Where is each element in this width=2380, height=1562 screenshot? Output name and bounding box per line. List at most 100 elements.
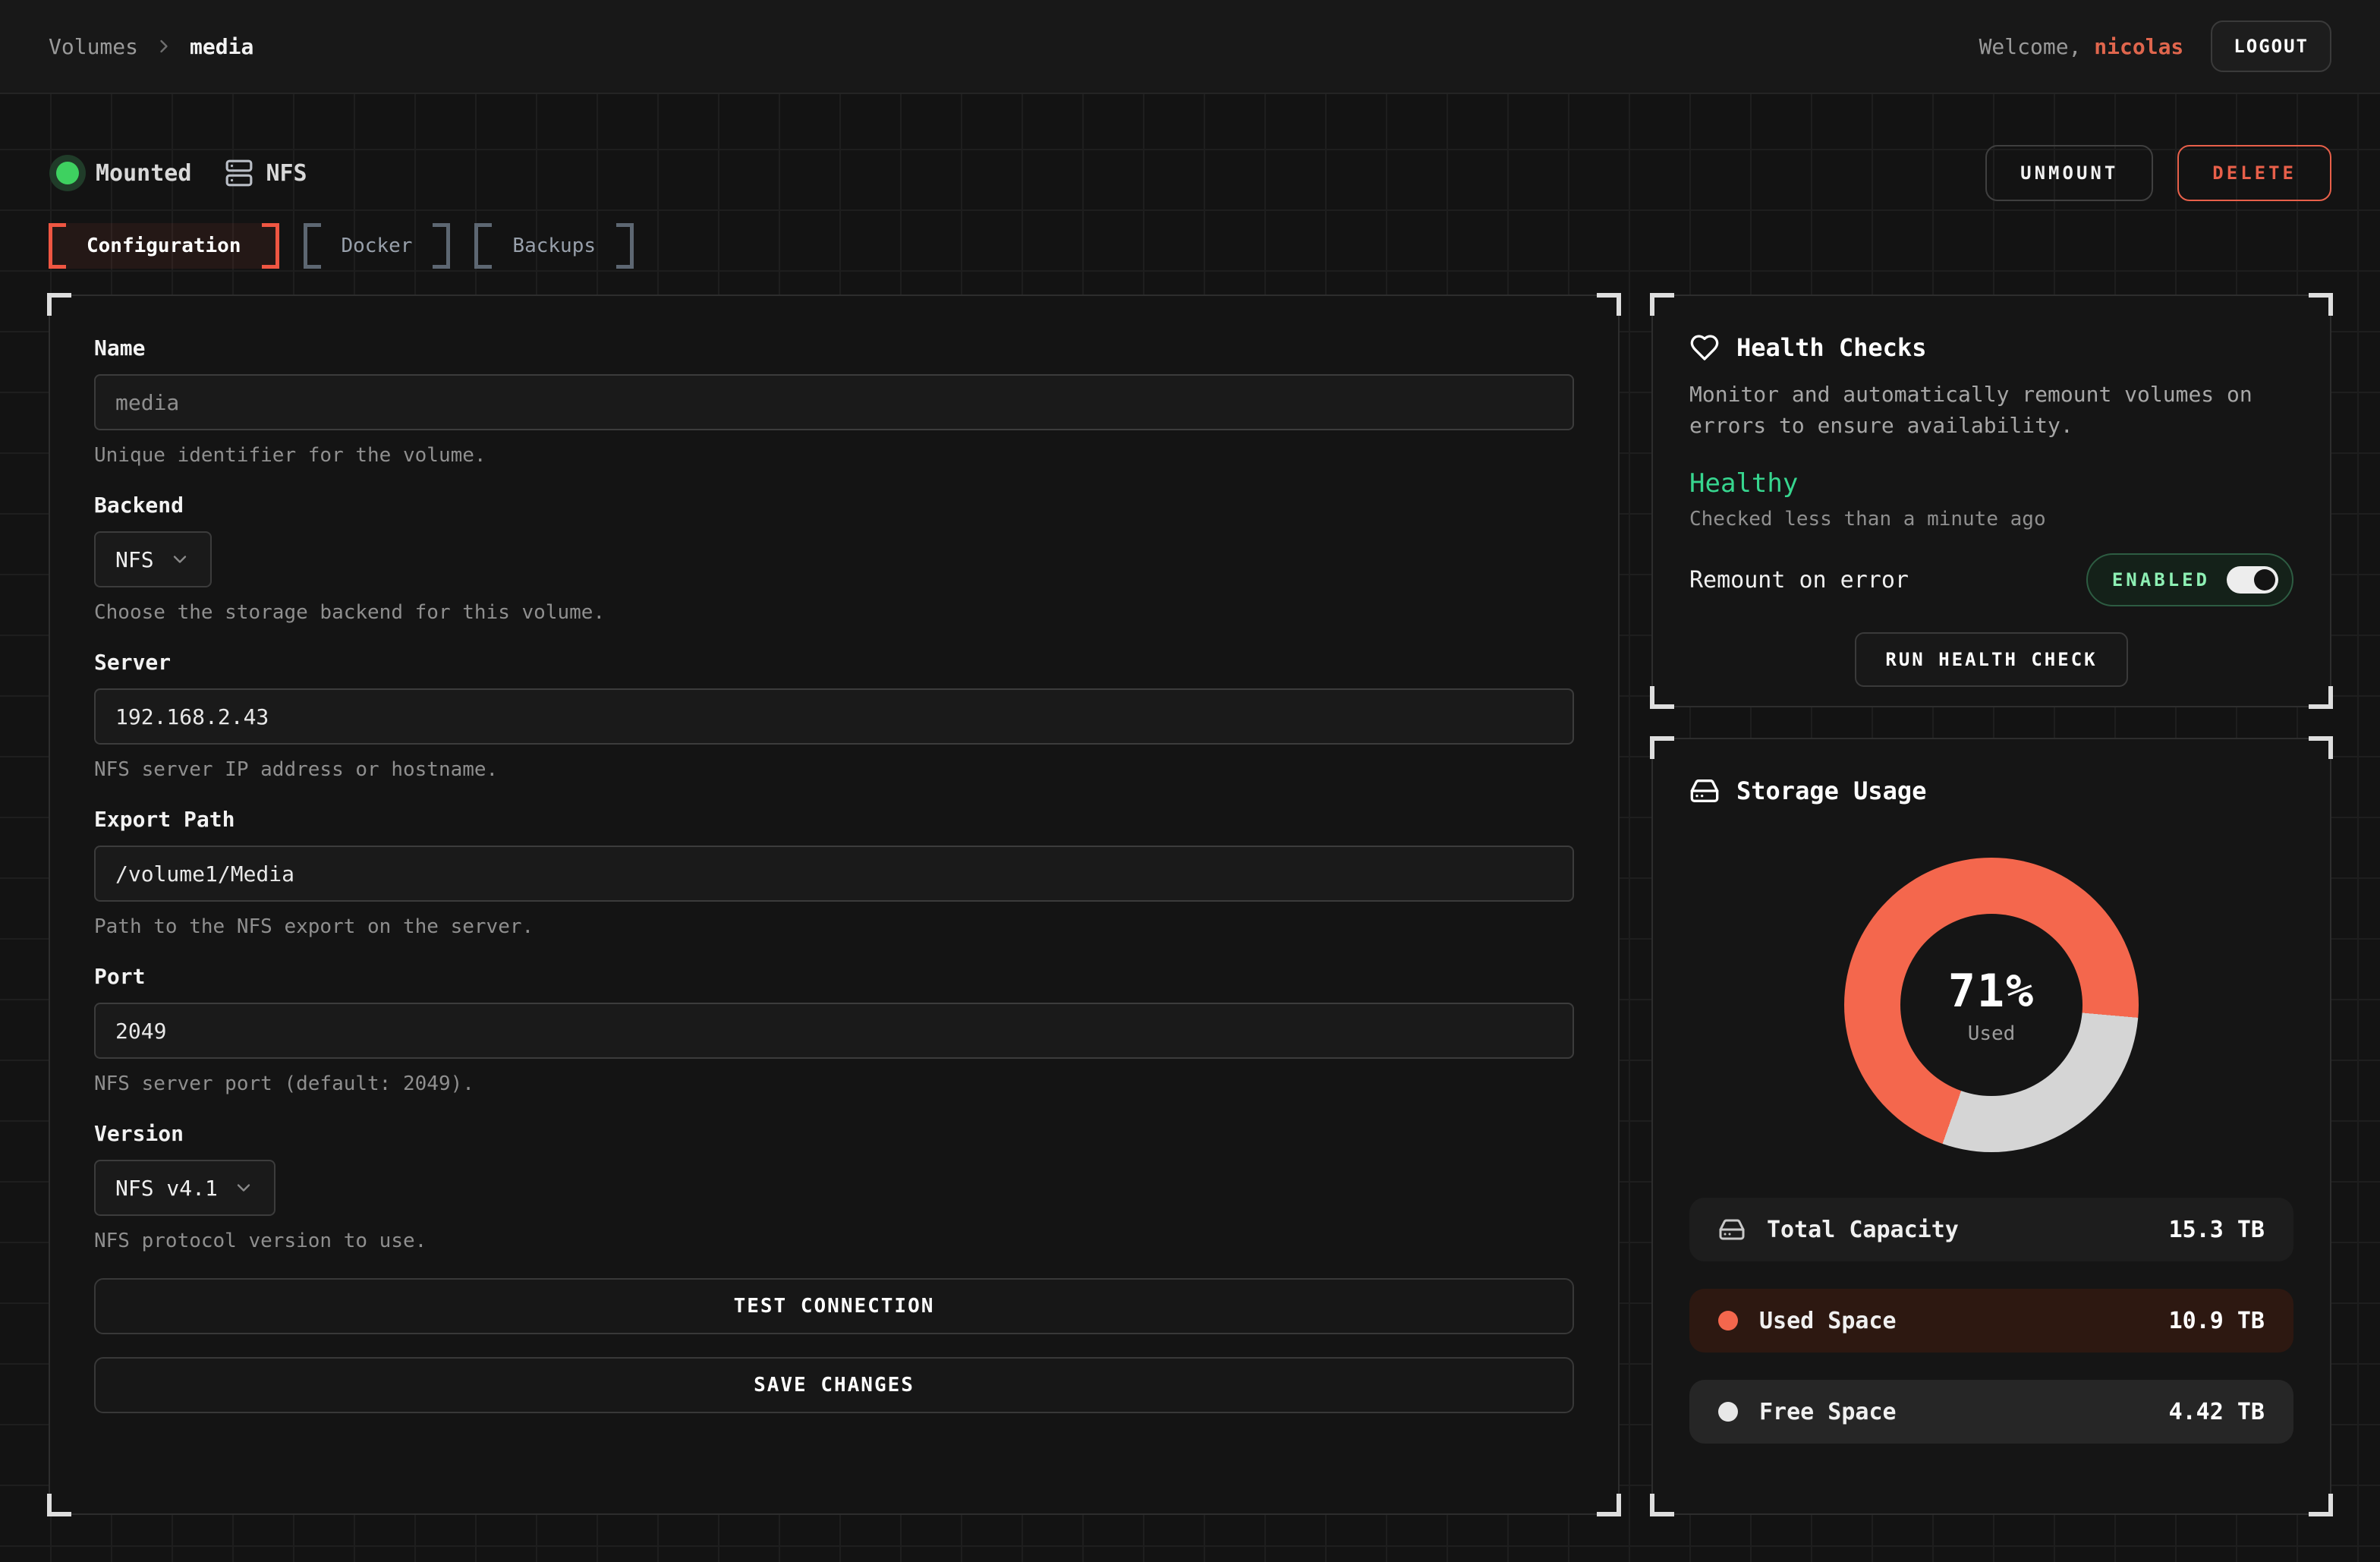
stat-label: Total Capacity xyxy=(1767,1217,1959,1243)
stat-row-total-capacity: Total Capacity 15.3 TB xyxy=(1689,1198,2293,1261)
field-export-path: Export Path Path to the NFS export on th… xyxy=(94,807,1574,938)
stat-label: Free Space xyxy=(1759,1399,1897,1425)
chevron-down-icon xyxy=(169,549,190,570)
corner-bracket xyxy=(2309,1494,2333,1516)
corner-bracket xyxy=(1597,1494,1621,1516)
tab-docker[interactable]: Docker xyxy=(304,223,451,269)
test-connection-button[interactable]: TEST CONNECTION xyxy=(94,1278,1574,1334)
corner-bracket xyxy=(47,1494,71,1516)
health-card-title: Health Checks xyxy=(1689,332,2293,363)
remount-toggle-state: ENABLED xyxy=(2112,569,2210,590)
health-last-checked: Checked less than a minute ago xyxy=(1689,508,2293,531)
field-name: Name Unique identifier for the volume. xyxy=(94,335,1574,467)
export-path-helper: Path to the NFS export on the server. xyxy=(94,915,1574,938)
mount-status-label: Mounted xyxy=(96,160,191,187)
storage-stats: Total Capacity 15.3 TB Used Space 10.9 T… xyxy=(1689,1198,2293,1444)
free-space-dot xyxy=(1718,1402,1738,1422)
backend-label: Backend xyxy=(94,493,1574,518)
stat-row-used-space: Used Space 10.9 TB xyxy=(1689,1289,2293,1353)
backend-select[interactable]: NFS xyxy=(94,531,212,587)
hard-drive-icon xyxy=(1718,1216,1746,1243)
corner-bracket xyxy=(1597,293,1621,316)
mounted-status-dot xyxy=(56,162,79,184)
app-root: Volumes media Welcome, nicolas LOGOUT Mo… xyxy=(0,0,2380,1562)
welcome-prefix: Welcome, xyxy=(1979,34,2082,59)
backend-helper: Choose the storage backend for this volu… xyxy=(94,601,1574,624)
field-server: Server NFS server IP address or hostname… xyxy=(94,650,1574,781)
hard-drive-icon xyxy=(1689,776,1720,806)
heart-icon xyxy=(1689,332,1720,363)
corner-bracket xyxy=(1650,293,1674,316)
topbar-right: Welcome, nicolas LOGOUT xyxy=(1979,20,2331,72)
version-label: Version xyxy=(94,1121,1574,1146)
used-space-dot xyxy=(1718,1311,1738,1331)
chevron-right-icon xyxy=(153,36,175,57)
port-label: Port xyxy=(94,964,1574,989)
corner-bracket xyxy=(2309,293,2333,316)
delete-button[interactable]: DELETE xyxy=(2177,145,2331,201)
breadcrumb: Volumes media xyxy=(49,34,253,59)
unmount-button[interactable]: UNMOUNT xyxy=(1985,145,2153,201)
stat-row-free-space: Free Space 4.42 TB xyxy=(1689,1380,2293,1444)
version-select-value: NFS v4.1 xyxy=(115,1176,218,1201)
chevron-down-icon xyxy=(233,1177,254,1198)
corner-bracket xyxy=(2309,736,2333,759)
corner-bracket xyxy=(47,293,71,316)
remount-toggle[interactable]: ENABLED xyxy=(2086,553,2293,606)
version-helper: NFS protocol version to use. xyxy=(94,1230,1574,1252)
corner-bracket xyxy=(1650,686,1674,709)
port-helper: NFS server port (default: 2049). xyxy=(94,1072,1574,1095)
storage-card-title-text: Storage Usage xyxy=(1736,776,1926,805)
save-changes-button[interactable]: SAVE CHANGES xyxy=(94,1357,1574,1413)
remount-row: Remount on error ENABLED xyxy=(1689,553,2293,606)
logout-button[interactable]: LOGOUT xyxy=(2211,20,2331,72)
field-version: Version NFS v4.1 NFS protocol version to… xyxy=(94,1121,1574,1252)
breadcrumb-volumes-link[interactable]: Volumes xyxy=(49,34,138,59)
health-checks-card: Health Checks Monitor and automatically … xyxy=(1651,294,2331,707)
server-icon xyxy=(225,159,253,187)
stat-label: Used Space xyxy=(1759,1308,1897,1334)
field-backend: Backend NFS Choose the storage backend f… xyxy=(94,493,1574,624)
stat-value: 15.3 TB xyxy=(2169,1217,2265,1243)
health-card-description: Monitor and automatically remount volume… xyxy=(1689,379,2293,441)
export-path-label: Export Path xyxy=(94,807,1574,832)
run-health-check-button[interactable]: RUN HEALTH CHECK xyxy=(1855,632,2127,687)
corner-bracket xyxy=(1650,736,1674,759)
backend-select-value: NFS xyxy=(115,547,154,572)
version-select[interactable]: NFS v4.1 xyxy=(94,1160,275,1216)
tab-backups[interactable]: Backups xyxy=(474,223,634,269)
storage-donut: 71% Used xyxy=(1844,858,2139,1152)
server-label: Server xyxy=(94,650,1574,675)
storage-used-label: Used xyxy=(1968,1022,2016,1045)
welcome-text: Welcome, nicolas xyxy=(1979,34,2184,59)
field-port: Port NFS server port (default: 2049). xyxy=(94,964,1574,1095)
storage-card-title: Storage Usage xyxy=(1689,776,2293,806)
name-input[interactable] xyxy=(94,374,1574,430)
tab-configuration[interactable]: Configuration xyxy=(49,223,279,269)
corner-bracket xyxy=(2309,686,2333,709)
volume-actions: UNMOUNT DELETE xyxy=(1985,145,2331,201)
tab-bar: Configuration Docker Backups xyxy=(49,223,634,269)
stat-value: 10.9 TB xyxy=(2169,1308,2265,1334)
health-card-title-text: Health Checks xyxy=(1736,333,1926,362)
storage-used-percent: 71% xyxy=(1948,965,2035,1018)
backend-type-label: NFS xyxy=(266,160,307,187)
storage-donut-center: 71% Used xyxy=(1900,914,2082,1096)
status-row: Mounted NFS UNMOUNT DELETE xyxy=(49,144,2331,202)
topbar: Volumes media Welcome, nicolas LOGOUT xyxy=(0,0,2380,94)
corner-bracket xyxy=(1650,1494,1674,1516)
remount-label: Remount on error xyxy=(1689,567,1909,594)
port-input[interactable] xyxy=(94,1003,1574,1059)
name-label: Name xyxy=(94,335,1574,361)
configuration-panel: Name Unique identifier for the volume. B… xyxy=(49,294,1620,1515)
breadcrumb-current: media xyxy=(190,34,253,59)
toggle-knob xyxy=(2254,569,2275,590)
toggle-switch xyxy=(2227,566,2278,594)
storage-usage-card: Storage Usage 71% Used Total Capacity 15… xyxy=(1651,738,2331,1515)
server-helper: NFS server IP address or hostname. xyxy=(94,758,1574,781)
username: nicolas xyxy=(2094,34,2183,59)
name-helper: Unique identifier for the volume. xyxy=(94,444,1574,467)
export-path-input[interactable] xyxy=(94,846,1574,902)
server-input[interactable] xyxy=(94,688,1574,745)
stat-value: 4.42 TB xyxy=(2169,1399,2265,1425)
